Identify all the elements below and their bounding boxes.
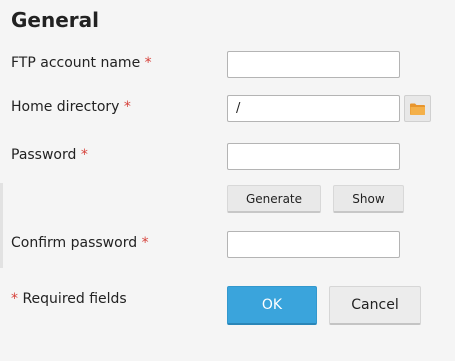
confirm-password-label: Confirm password * — [11, 235, 149, 251]
confirm-password-label-text: Confirm password — [11, 235, 138, 251]
home-directory-label: Home directory * — [11, 99, 131, 115]
show-password-button[interactable]: Show — [333, 185, 404, 213]
panel-edge — [0, 183, 3, 268]
ftp-account-name-label: FTP account name * — [11, 55, 152, 71]
browse-directory-button[interactable] — [404, 95, 431, 122]
ok-button[interactable]: OK — [227, 286, 317, 325]
required-marker: * — [144, 55, 152, 71]
ftp-account-name-input[interactable] — [227, 51, 400, 78]
password-label: Password * — [11, 147, 88, 163]
required-fields-note: * Required fields — [11, 291, 127, 307]
cancel-button[interactable]: Cancel — [329, 286, 421, 325]
folder-icon — [410, 103, 425, 115]
generate-password-button[interactable]: Generate — [227, 185, 321, 213]
required-fields-text: Required fields — [22, 291, 127, 307]
ftp-account-name-label-text: FTP account name — [11, 55, 141, 71]
required-marker: * — [141, 235, 149, 251]
required-marker: * — [11, 291, 18, 307]
password-input[interactable] — [227, 143, 400, 170]
required-marker: * — [123, 99, 131, 115]
home-directory-label-text: Home directory — [11, 99, 120, 115]
home-directory-input[interactable] — [227, 95, 400, 122]
password-label-text: Password — [11, 147, 77, 163]
required-marker: * — [80, 147, 88, 163]
section-title: General — [11, 8, 99, 32]
confirm-password-input[interactable] — [227, 231, 400, 258]
